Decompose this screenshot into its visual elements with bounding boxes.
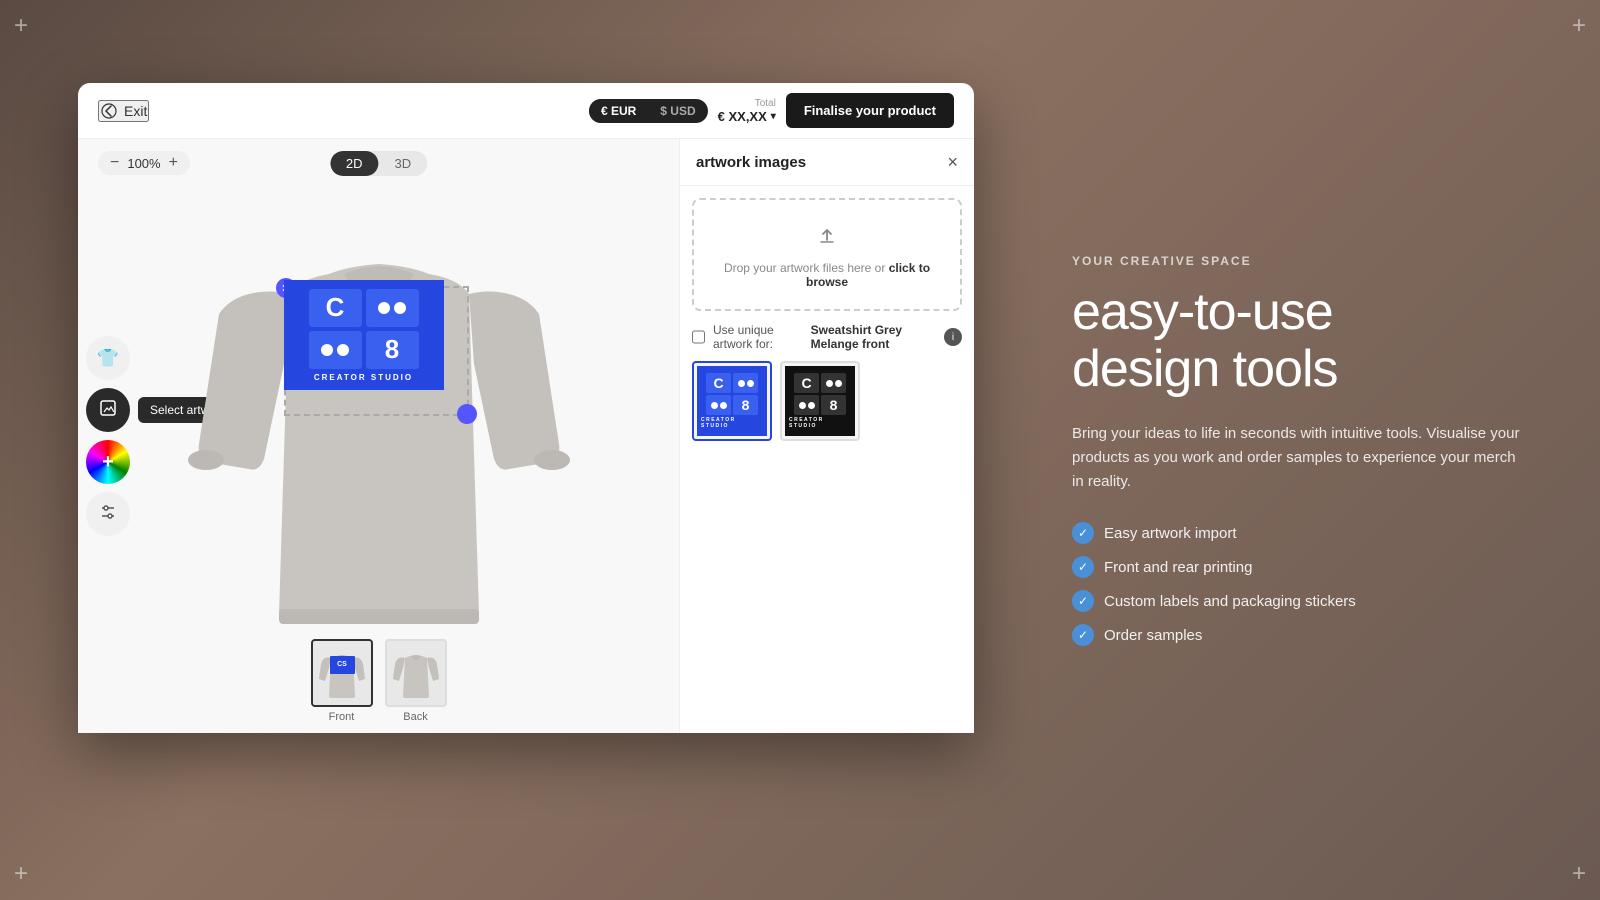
artwork-panel: artwork images × Drop your artwork files… [679, 139, 974, 733]
adjust-tool-button[interactable] [86, 492, 130, 536]
front-label: Front [329, 711, 355, 723]
view-3d-button[interactable]: 3D [379, 151, 428, 176]
corner-plus-bl: + [14, 862, 28, 886]
add-tool-button[interactable]: + [86, 440, 130, 484]
feature-item-4: ✓ Order samples [1072, 624, 1520, 646]
canvas-area: − 100% + 2D 3D 👕 [78, 139, 679, 733]
unique-artwork-row: Use unique artwork for: Sweatshirt Grey … [680, 323, 974, 361]
artwork-thumbnail-2-inner: C 8 CREATOR STUDIO [782, 363, 858, 439]
artwork-panel-title: artwork images [696, 154, 806, 171]
artwork-thumbnail-1-inner: C 8 CREATOR STUDIO [694, 363, 770, 439]
feature-label-3: Custom labels and packaging stickers [1104, 593, 1356, 610]
chevron-down-icon: ▾ [771, 111, 776, 122]
left-toolbar: 👕 Select artwork [86, 336, 130, 536]
feature-item-2: ✓ Front and rear printing [1072, 556, 1520, 578]
unique-artwork-product: Sweatshirt Grey Melange front [811, 323, 936, 351]
adjust-icon [99, 503, 117, 526]
sweatshirt-svg [169, 194, 589, 644]
total-section: Total € XX,XX ▾ [718, 98, 776, 124]
feature-item-3: ✓ Custom labels and packaging stickers [1072, 590, 1520, 612]
artwork-thumbnail-2[interactable]: C 8 CREATOR STUDIO [780, 361, 860, 441]
shirt-tool-wrapper: 👕 [86, 336, 130, 380]
header-right: € EUR $ USD Total € XX,XX ▾ Finalise you… [589, 93, 954, 128]
check-icon-4: ✓ [1072, 624, 1094, 646]
marketing-area: YOUR CREATIVE SPACE easy-to-usedesign to… [992, 0, 1600, 900]
upload-dropzone[interactable]: Drop your artwork files here or click to… [692, 198, 962, 311]
modal-body: − 100% + 2D 3D 👕 [78, 139, 974, 733]
add-tool-wrapper: + [86, 440, 130, 484]
info-icon[interactable]: i [944, 328, 962, 346]
corner-plus-br: + [1572, 862, 1586, 886]
zoom-in-button[interactable]: + [169, 155, 178, 171]
back-thumbnail[interactable]: Back [385, 639, 447, 723]
artwork-icon [99, 399, 117, 422]
add-icon: + [102, 451, 114, 474]
main-modal: Exit € EUR $ USD Total € XX,XX ▾ Finalis… [78, 83, 974, 733]
sweatshirt-mockup: × C [169, 194, 589, 644]
view-thumbnails: CS Front [311, 639, 447, 723]
close-artwork-panel-button[interactable]: × [947, 153, 958, 171]
modal-header: Exit € EUR $ USD Total € XX,XX ▾ Finalis… [78, 83, 974, 139]
shirt-icon: 👕 [97, 348, 119, 369]
corner-plus-tl: + [14, 14, 28, 38]
check-icon-2: ✓ [1072, 556, 1094, 578]
zoom-value: 100% [127, 156, 160, 171]
check-icon-3: ✓ [1072, 590, 1094, 612]
eur-button[interactable]: € EUR [589, 99, 648, 123]
front-thumbnail[interactable]: CS Front [311, 639, 373, 723]
zoom-out-button[interactable]: − [110, 155, 119, 171]
resize-design-handle[interactable] [457, 404, 477, 424]
corner-plus-tr: + [1572, 14, 1586, 38]
feature-list: ✓ Easy artwork import ✓ Front and rear p… [1072, 522, 1520, 646]
design-area[interactable]: × C [284, 286, 469, 416]
artwork-thumbnail-1[interactable]: C 8 CREATOR STUDIO [692, 361, 772, 441]
front-thumbnail-img: CS [311, 639, 373, 707]
marketing-headline: easy-to-usedesign tools [1072, 284, 1520, 398]
feature-label-4: Order samples [1104, 627, 1202, 644]
artwork-tool-wrapper: Select artwork [86, 388, 130, 432]
feature-label-2: Front and rear printing [1104, 559, 1252, 576]
feature-label-1: Easy artwork import [1104, 525, 1237, 542]
exit-label: Exit [124, 103, 147, 119]
eyebrow-text: YOUR CREATIVE SPACE [1072, 254, 1520, 268]
finalise-button[interactable]: Finalise your product [786, 93, 954, 128]
back-thumbnail-img [385, 639, 447, 707]
exit-button[interactable]: Exit [98, 100, 149, 122]
currency-toggle: € EUR $ USD [589, 99, 708, 123]
view-2d-button[interactable]: 2D [330, 151, 379, 176]
usd-button[interactable]: $ USD [648, 99, 707, 123]
check-icon-1: ✓ [1072, 522, 1094, 544]
upload-icon [813, 220, 841, 255]
zoom-controls: − 100% + [98, 151, 190, 175]
unique-artwork-label: Use unique artwork for: [713, 323, 803, 351]
design-image: C 8 [284, 280, 444, 390]
feature-item-1: ✓ Easy artwork import [1072, 522, 1520, 544]
dropzone-text: Drop your artwork files here or click to… [714, 261, 940, 289]
total-value[interactable]: € XX,XX ▾ [718, 109, 776, 124]
adjust-tool-wrapper [86, 492, 130, 536]
shirt-tool-button[interactable]: 👕 [86, 336, 130, 380]
unique-artwork-checkbox[interactable] [692, 330, 705, 344]
artwork-grid: C 8 CREATOR STUDIO [680, 361, 974, 441]
back-label: Back [403, 711, 427, 723]
artwork-tool-button[interactable] [86, 388, 130, 432]
total-label: Total [755, 98, 776, 109]
view-toggle: 2D 3D [330, 151, 427, 176]
artwork-panel-header: artwork images × [680, 139, 974, 186]
exit-icon [100, 102, 118, 120]
marketing-description: Bring your ideas to life in seconds with… [1072, 422, 1520, 494]
